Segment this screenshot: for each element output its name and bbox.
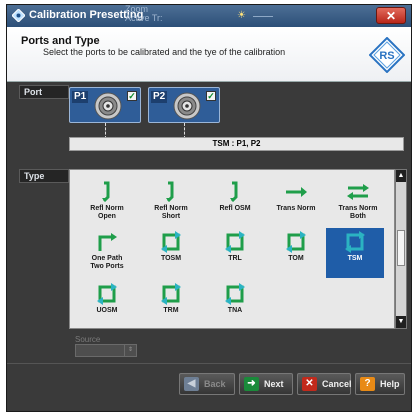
sun-icon: ☀ <box>237 10 246 21</box>
calibration-type-grid: Refl Norm Open Refl Norm Short Refl OSM Tr… <box>69 169 395 329</box>
port-connector-icon <box>173 92 201 120</box>
type-item-label: Refl Norm Short <box>154 205 188 220</box>
type-item-tom[interactable]: TOM <box>267 228 325 278</box>
scroll-down-arrow-icon[interactable]: ▼ <box>396 316 406 328</box>
port-connector-icon <box>94 92 122 120</box>
port-checkbox-p1[interactable]: ✓ <box>127 91 137 101</box>
source-label: Source <box>75 335 101 344</box>
type-section-label: Type <box>19 169 69 183</box>
page-subtitle: Select the ports to be calibrated and th… <box>43 47 286 57</box>
next-arrow-icon: ➜ <box>244 377 259 391</box>
type-item-label: One Path Two Ports <box>90 255 124 270</box>
port-label-p1: P1 <box>72 91 89 103</box>
tosm-icon <box>161 231 181 253</box>
type-item-trans-norm-both[interactable]: Trans Norm Both <box>329 178 387 228</box>
page-header: Ports and Type Select the ports to be ca… <box>7 27 411 82</box>
type-item-trans-norm[interactable]: Trans Norm <box>267 178 325 228</box>
type-item-label: Trans Norm <box>276 205 316 212</box>
port-card-p2[interactable]: P2 ✓ <box>148 87 220 123</box>
footer-separator <box>7 363 411 364</box>
trl-icon <box>225 231 245 253</box>
type-item-tsm[interactable]: TSM <box>326 228 384 278</box>
trm-icon <box>161 283 181 305</box>
uosm-icon <box>97 283 117 305</box>
type-item-refl-norm-open[interactable]: Refl Norm Open <box>78 178 136 228</box>
type-item-refl-norm-short[interactable]: Refl Norm Short <box>142 178 200 228</box>
tsm-icon <box>345 231 365 253</box>
scrollbar-thumb[interactable] <box>397 230 405 266</box>
back-arrow-icon: ◀ <box>184 377 199 391</box>
trans-norm-both-icon <box>347 184 369 200</box>
type-item-label: TRL <box>228 255 242 262</box>
close-button[interactable]: ✕ <box>376 7 406 24</box>
calibration-summary-bar: TSM : P1, P2 <box>69 137 404 151</box>
tom-icon <box>286 231 306 253</box>
type-item-label: TRM <box>163 307 179 314</box>
svg-text:RS: RS <box>379 50 394 62</box>
type-item-trm[interactable]: TRM <box>142 280 200 330</box>
back-button[interactable]: ◀ Back <box>179 373 235 395</box>
port-label-p2: P2 <box>151 91 168 103</box>
refl-osm-icon <box>230 181 238 203</box>
cancel-button[interactable]: ✕ Cancel <box>297 373 352 395</box>
type-item-label: UOSM <box>96 307 118 314</box>
refl-norm-short-icon <box>166 181 174 203</box>
type-item-label: Refl Norm Open <box>90 205 124 220</box>
one-path-two-ports-icon <box>98 233 117 251</box>
calibration-presetting-dialog: Calibration Presetting Zoom Active Tr: ☀… <box>6 4 412 412</box>
type-item-tosm[interactable]: TOSM <box>142 228 200 278</box>
type-item-label: TNA <box>227 307 243 314</box>
type-item-label: TSM <box>347 255 363 262</box>
refl-norm-open-icon <box>102 181 110 203</box>
source-select: ⇕ <box>75 344 137 357</box>
type-item-label: TOM <box>288 255 304 262</box>
stepper-arrow-icon: ⇕ <box>124 345 136 356</box>
type-grid-scrollbar[interactable]: ▲ ▼ <box>395 169 407 329</box>
scroll-up-arrow-icon[interactable]: ▲ <box>396 170 406 182</box>
background-window-text: Zoom Active Tr: <box>125 4 163 23</box>
help-question-icon: ? <box>360 377 375 391</box>
trans-norm-icon <box>286 187 307 197</box>
type-item-label: TOSM <box>160 255 182 262</box>
cancel-x-icon: ✕ <box>302 377 317 391</box>
port-checkbox-p2[interactable]: ✓ <box>206 91 216 101</box>
port-card-p1[interactable]: P1 ✓ <box>69 87 141 123</box>
help-button[interactable]: ? Help <box>355 373 405 395</box>
type-item-uosm[interactable]: UOSM <box>78 280 136 330</box>
title-divider <box>253 16 273 17</box>
next-button[interactable]: ➜ Next <box>239 373 293 395</box>
type-item-label: Trans Norm Both <box>338 205 378 220</box>
port-section-label: Port <box>19 85 69 99</box>
type-item-label: Refl OSM <box>219 205 251 212</box>
tna-icon <box>225 283 245 305</box>
type-item-tna[interactable]: TNA <box>206 280 264 330</box>
type-item-trl[interactable]: TRL <box>206 228 264 278</box>
app-diamond-icon <box>12 9 25 22</box>
type-item-refl-osm[interactable]: Refl OSM <box>206 178 264 228</box>
page-title: Ports and Type <box>21 35 100 47</box>
title-bar: Calibration Presetting Zoom Active Tr: ☀… <box>7 5 411 27</box>
rs-logo: RS <box>369 37 405 73</box>
type-item-one-path-two-ports[interactable]: One Path Two Ports <box>78 228 136 278</box>
